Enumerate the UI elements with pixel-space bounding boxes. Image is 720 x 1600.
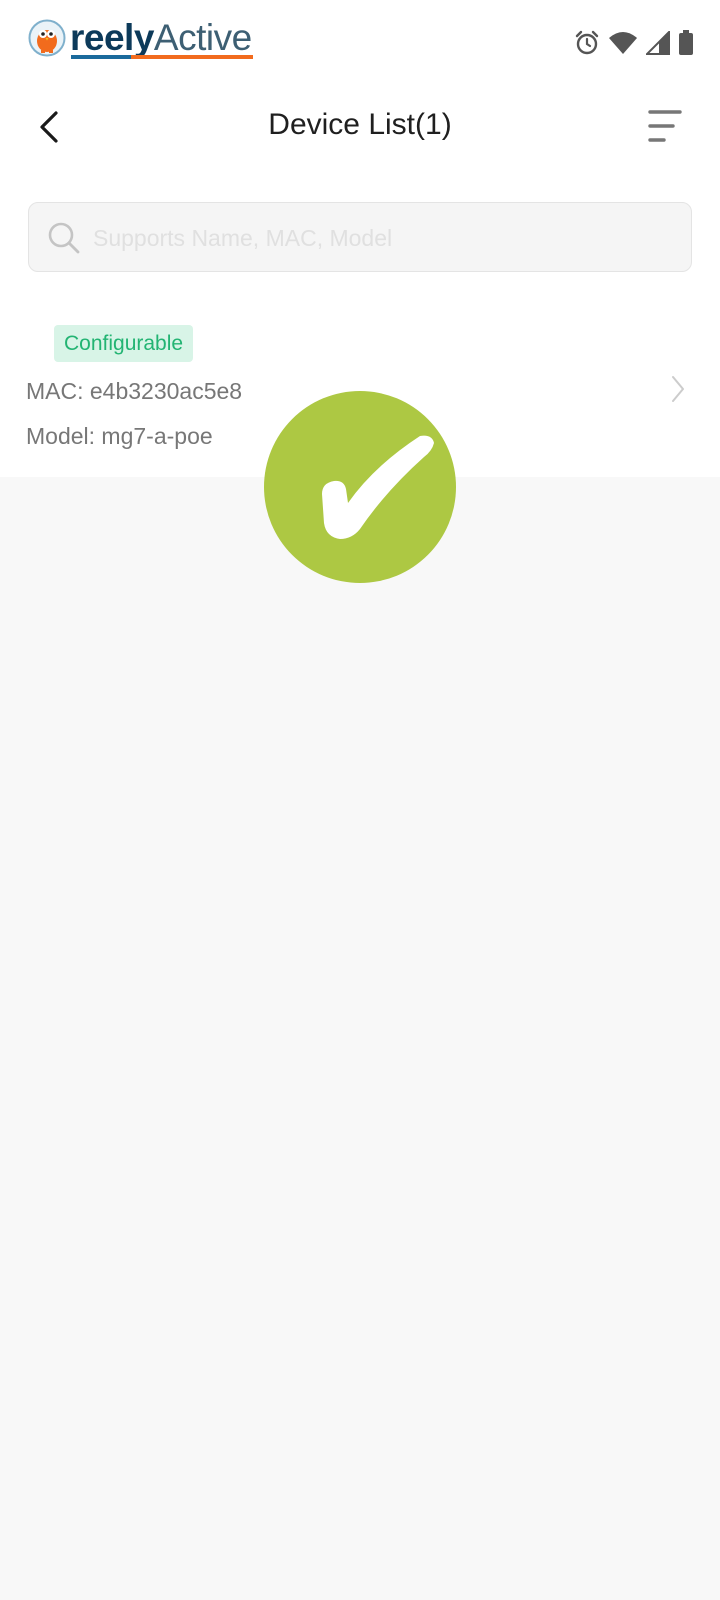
device-model: Model: mg7-a-poe [26, 423, 213, 449]
device-mac: MAC: e4b3230ac5e8 [26, 378, 243, 404]
logo-underline-orange [131, 55, 253, 59]
signal-icon [646, 31, 670, 55]
wifi-icon [609, 32, 637, 54]
alarm-icon [575, 30, 599, 55]
success-indicator [264, 391, 456, 583]
system-status-icons [574, 30, 694, 56]
logo-underline-blue [71, 55, 131, 59]
search-bar[interactable] [28, 202, 692, 272]
app-header: Device List(1) [0, 92, 720, 162]
brand-name: reelyActive [70, 18, 252, 58]
brand-name-part1: reely [70, 17, 154, 58]
page-title: Device List(1) [268, 108, 452, 141]
owl-logo-icon [28, 19, 66, 57]
filter-sort-icon [648, 110, 682, 142]
status-bar: reelyActive [0, 0, 720, 84]
status-badge: Configurable [54, 325, 194, 362]
checkmark-icon [322, 435, 434, 539]
search-icon [48, 222, 80, 254]
brand-name-part2: Active [153, 17, 252, 58]
chevron-right-icon [672, 376, 684, 402]
battery-icon [679, 30, 693, 55]
filter-button[interactable] [642, 106, 686, 146]
search-input[interactable] [93, 217, 673, 259]
brand-logo: reelyActive [28, 18, 252, 58]
